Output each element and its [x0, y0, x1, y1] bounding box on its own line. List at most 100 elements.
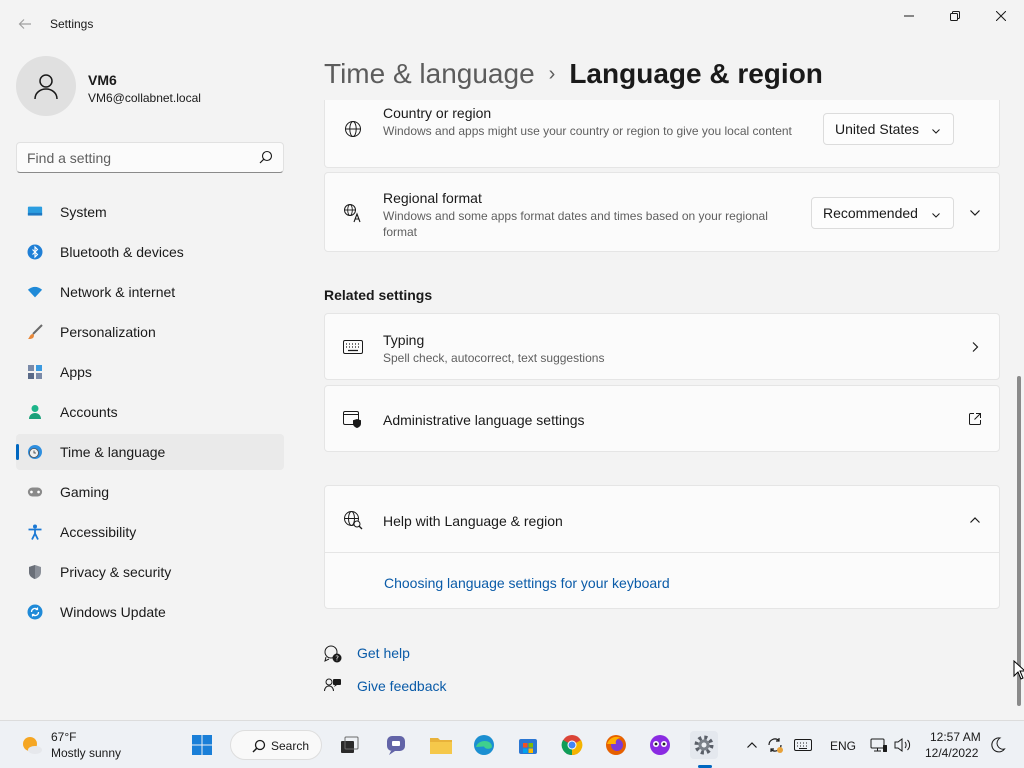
sync-icon[interactable]: [766, 736, 784, 754]
keyboard-icon: [343, 337, 363, 357]
arrow-left-icon: [18, 19, 31, 29]
feedback-icon: [324, 678, 342, 696]
user-name: VM6: [88, 72, 117, 88]
chevron-down-icon: [931, 123, 941, 139]
sidebar-item-system[interactable]: System: [16, 194, 284, 230]
microsoft-store-icon[interactable]: [514, 731, 542, 759]
breadcrumb: Time & language › Language & region: [324, 58, 823, 90]
firefox-icon[interactable]: [602, 731, 630, 759]
volume-icon[interactable]: [894, 736, 912, 754]
windows-logo-icon: [192, 735, 212, 755]
get-help-link[interactable]: Get help: [357, 645, 410, 661]
restore-button[interactable]: [932, 0, 978, 32]
focus-moon-icon[interactable]: [989, 736, 1007, 754]
back-button[interactable]: [14, 13, 36, 35]
sidebar-item-label: Network & internet: [60, 284, 176, 300]
sidebar-item-personalization[interactable]: Personalization: [16, 314, 284, 350]
mouse-cursor-icon: [1013, 659, 1024, 680]
sidebar-item-network[interactable]: Network & internet: [16, 274, 284, 310]
language-format-icon: [343, 203, 363, 223]
weather-sunny-icon[interactable]: [20, 733, 44, 757]
task-view-icon[interactable]: [336, 731, 364, 759]
sidebar-item-apps[interactable]: Apps: [16, 354, 284, 390]
edge-browser-icon[interactable]: [470, 731, 498, 759]
chevron-down-icon: [931, 207, 941, 223]
accessibility-icon: [27, 524, 43, 540]
page-title: Language & region: [569, 58, 823, 89]
globe-search-icon: [343, 510, 363, 530]
minimize-icon: [904, 15, 914, 17]
sidebar-item-label: Gaming: [60, 484, 110, 500]
help-card: Help with Language & region Choosing lan…: [324, 485, 1000, 609]
person-icon: [27, 404, 43, 420]
help-bubble-icon: ?: [324, 645, 342, 663]
breadcrumb-separator: ›: [548, 63, 556, 85]
app-title: Settings: [50, 17, 94, 31]
sidebar-item-windows-update[interactable]: Windows Update: [16, 594, 284, 630]
chevron-up-icon[interactable]: [743, 736, 761, 754]
admin-language-card[interactable]: Administrative language settings: [324, 385, 1000, 452]
gamepad-icon: [27, 484, 43, 500]
expand-chevron-icon[interactable]: [967, 205, 983, 221]
breadcrumb-parent[interactable]: Time & language: [324, 58, 535, 89]
settings-search[interactable]: [16, 142, 284, 173]
sidebar-item-privacy[interactable]: Privacy & security: [16, 554, 284, 590]
chrome-icon[interactable]: [558, 731, 586, 759]
network-display-icon[interactable]: [870, 736, 888, 754]
sidebar-item-accessibility[interactable]: Accessibility: [16, 514, 284, 550]
update-icon: [27, 604, 43, 620]
admin-shield-window-icon: [343, 410, 363, 430]
help-card-header[interactable]: Help with Language & region: [325, 486, 999, 553]
avatar[interactable]: [16, 56, 76, 116]
weather-condition[interactable]: Mostly sunny: [51, 746, 121, 760]
globe-icon: [343, 119, 363, 139]
weather-temperature[interactable]: 67°F: [51, 730, 76, 744]
close-button[interactable]: [978, 0, 1024, 32]
file-explorer-icon[interactable]: [427, 731, 455, 759]
teams-chat-icon[interactable]: [382, 731, 410, 759]
keyboard-language-help-link[interactable]: Choosing language settings for your keyb…: [384, 575, 670, 591]
shield-icon: [27, 564, 43, 580]
minimize-button[interactable]: [886, 0, 932, 32]
sidebar-item-label: Personalization: [60, 324, 156, 340]
clock-globe-icon: [27, 444, 43, 460]
regional-format-card[interactable]: Regional format Windows and some apps fo…: [324, 172, 1000, 252]
monitor-icon: [27, 204, 43, 220]
card-description: Spell check, autocorrect, text suggestio…: [383, 351, 605, 365]
clock-time[interactable]: 12:57 AM: [930, 730, 981, 744]
close-icon: [996, 11, 1006, 21]
related-settings-heading: Related settings: [324, 287, 433, 303]
search-icon[interactable]: [259, 150, 273, 167]
game-bar-icon[interactable]: [646, 731, 674, 759]
wifi-icon: [27, 284, 43, 300]
dropdown-value: Recommended: [823, 205, 918, 221]
card-title: Regional format: [383, 190, 482, 206]
keyboard-icon[interactable]: [794, 736, 812, 754]
title-bar: Settings: [0, 0, 1024, 48]
svg-text:?: ?: [335, 655, 339, 663]
input-language-indicator[interactable]: ENG: [830, 739, 856, 753]
external-link-icon: [967, 411, 983, 427]
sidebar-item-accounts[interactable]: Accounts: [16, 394, 284, 430]
taskbar-search[interactable]: Search: [230, 730, 322, 760]
card-title: Country or region: [383, 105, 492, 121]
start-button[interactable]: [188, 731, 216, 759]
clock-date[interactable]: 12/4/2022: [925, 746, 978, 760]
sidebar-item-gaming[interactable]: Gaming: [16, 474, 284, 510]
give-feedback-link[interactable]: Give feedback: [357, 678, 447, 694]
sidebar-item-bluetooth[interactable]: Bluetooth & devices: [16, 234, 284, 270]
country-dropdown[interactable]: United States: [823, 113, 954, 145]
settings-gear-icon[interactable]: [690, 731, 718, 759]
sidebar-item-time-language[interactable]: Time & language: [16, 434, 284, 470]
search-icon: [252, 739, 266, 756]
taskbar: 67°F Mostly sunny Search ENG 12:57 AM 12…: [0, 720, 1024, 768]
scrollbar-thumb[interactable]: [1017, 376, 1021, 706]
bluetooth-icon: [27, 244, 43, 260]
taskbar-search-label: Search: [271, 739, 310, 753]
country-region-card: Country or region Windows and apps might…: [324, 100, 1000, 168]
typing-card[interactable]: Typing Spell check, autocorrect, text su…: [324, 313, 1000, 380]
regional-format-dropdown[interactable]: Recommended: [811, 197, 954, 229]
sidebar-item-label: Bluetooth & devices: [60, 244, 184, 260]
user-email: VM6@collabnet.local: [88, 91, 201, 105]
search-input[interactable]: [27, 149, 247, 166]
